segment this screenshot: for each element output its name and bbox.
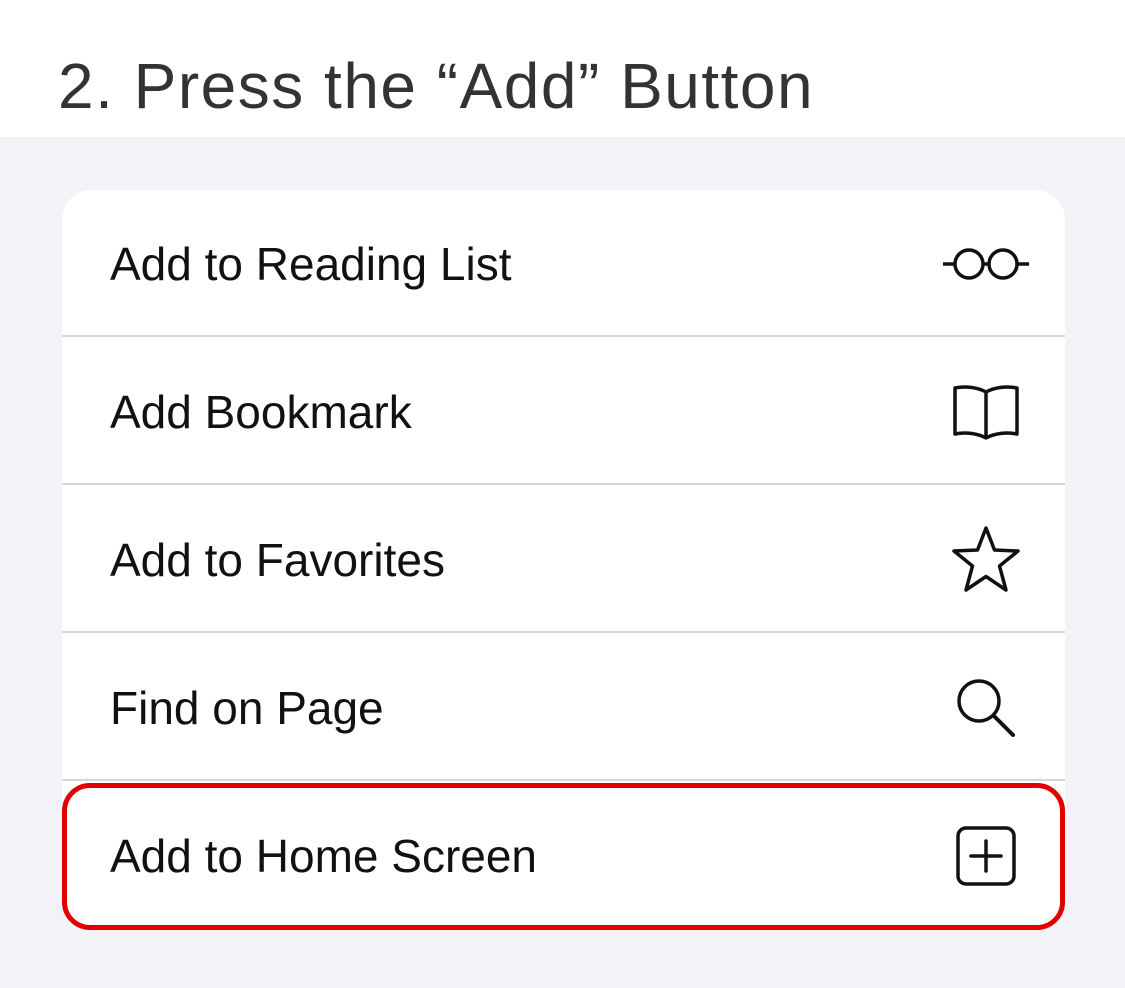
menu-item-label: Add to Home Screen — [110, 829, 538, 882]
menu-item-label: Add to Favorites — [110, 533, 445, 586]
menu-item-label: Add Bookmark — [110, 385, 412, 438]
menu-item-add-to-reading-list[interactable]: Add to Reading List — [62, 190, 1065, 337]
book-icon — [941, 367, 1031, 457]
share-actions-menu: Add to Reading List Add Bookmark Add to … — [62, 190, 1065, 928]
menu-item-label: Find on Page — [110, 681, 384, 734]
menu-item-add-to-favorites[interactable]: Add to Favorites — [62, 486, 1065, 633]
glasses-icon — [941, 219, 1031, 309]
menu-item-find-on-page[interactable]: Find on Page — [62, 634, 1065, 781]
star-icon — [941, 515, 1031, 605]
instruction-header: 2. Press the “Add” Button — [0, 0, 1125, 137]
add-square-icon — [941, 811, 1031, 901]
instruction-title: 2. Press the “Add” Button — [58, 50, 815, 122]
menu-item-add-to-home-screen[interactable]: Add to Home Screen — [62, 782, 1065, 928]
search-icon — [941, 663, 1031, 753]
menu-item-add-bookmark[interactable]: Add Bookmark — [62, 338, 1065, 485]
menu-item-label: Add to Reading List — [110, 237, 512, 290]
